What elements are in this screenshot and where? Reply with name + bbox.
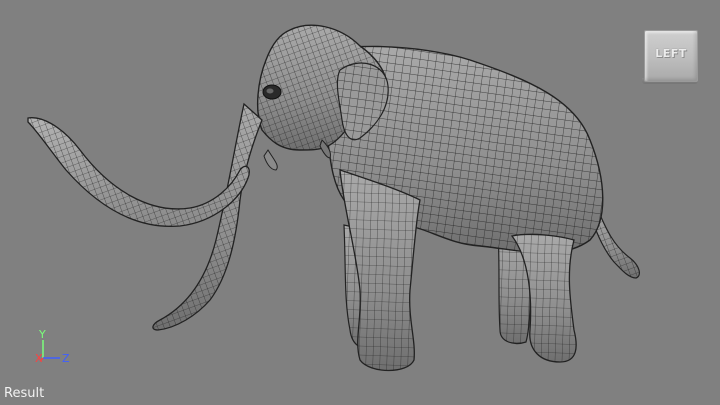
mammoth-model[interactable] xyxy=(0,0,720,405)
3d-viewport[interactable]: LEFT Y X Z Result xyxy=(0,0,720,405)
axis-y-label: Y xyxy=(39,328,46,341)
axis-x-label: X xyxy=(35,352,43,365)
view-cube-label: LEFT xyxy=(655,47,687,60)
view-cube-face-left[interactable]: LEFT xyxy=(644,30,698,82)
viewport-status-label: Result xyxy=(4,386,45,401)
tusk xyxy=(27,117,250,228)
view-cube[interactable]: LEFT xyxy=(640,28,698,84)
axis-z-label: Z xyxy=(62,352,70,365)
axis-gizmo: Y X Z xyxy=(30,328,80,370)
